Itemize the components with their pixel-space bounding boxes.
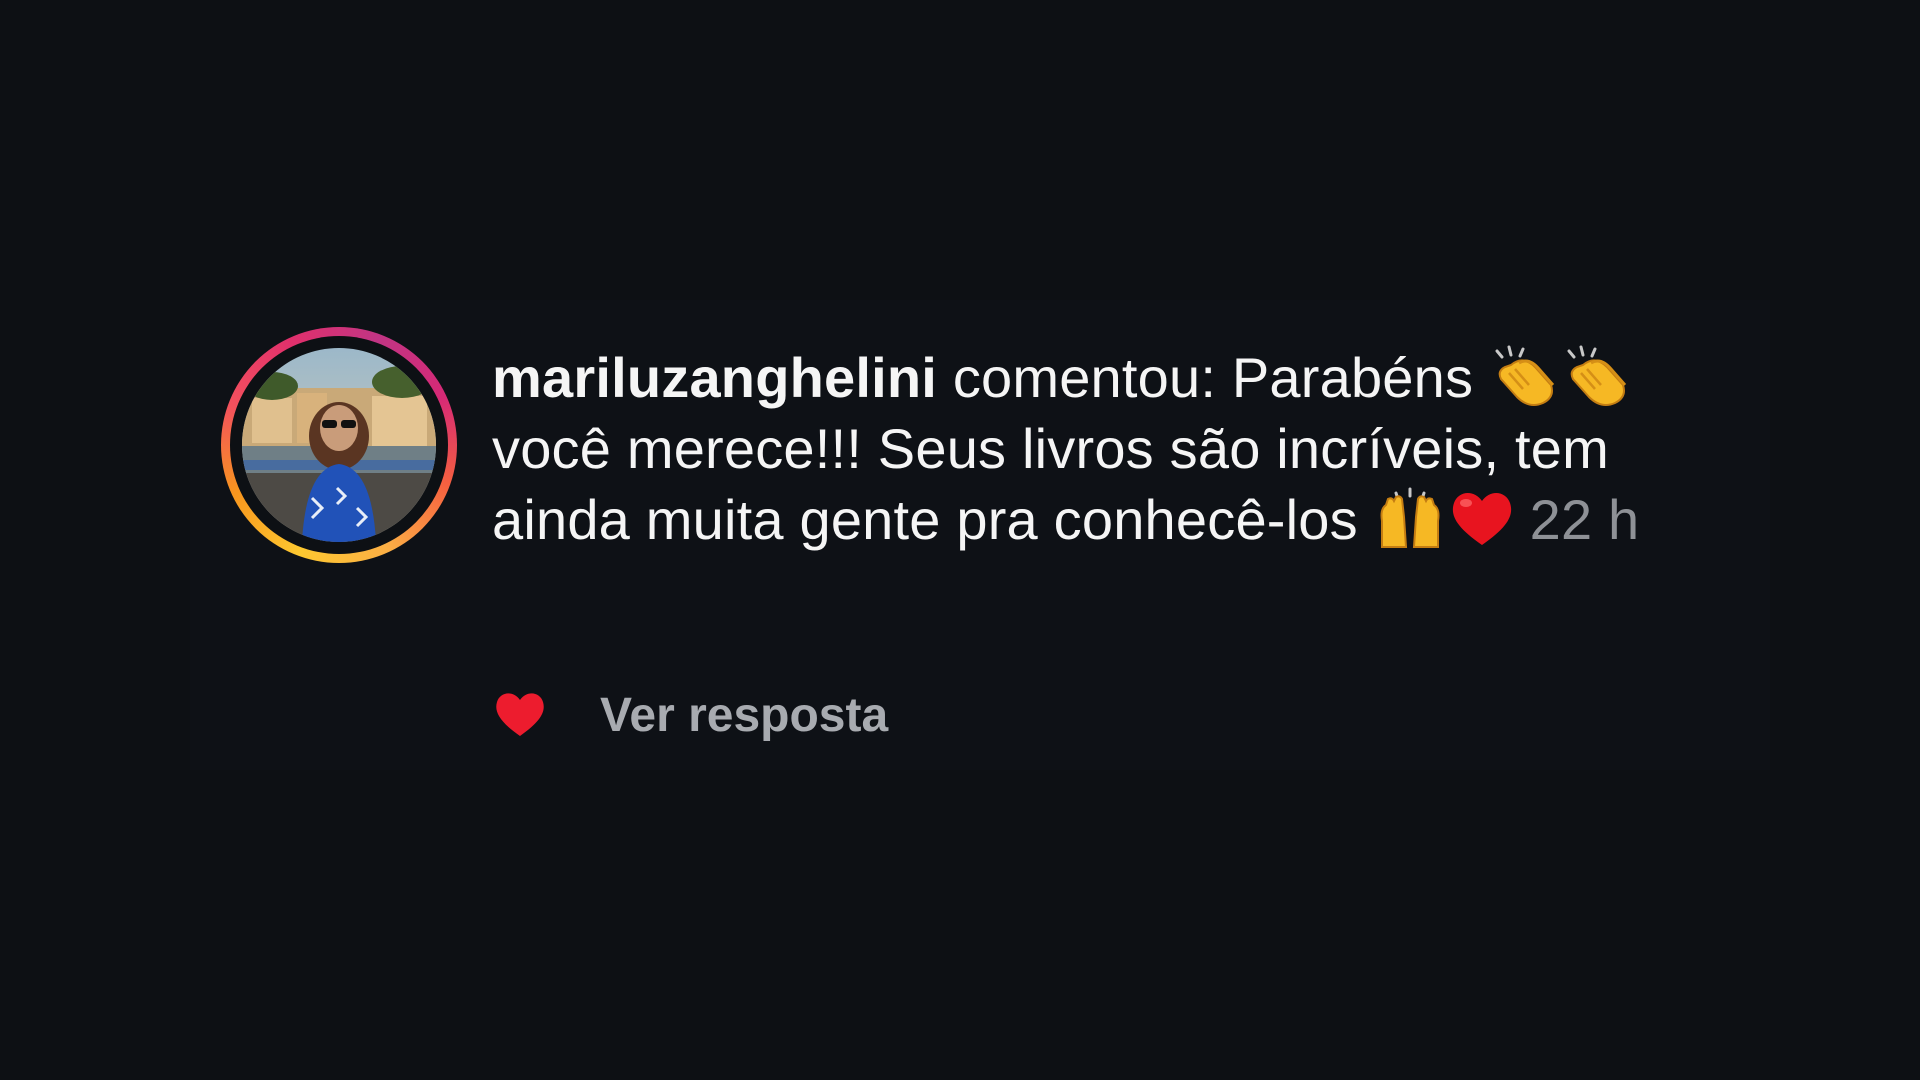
clapping-hands-icon [1489,345,1561,407]
comment-verb-text: comentou: Parabéns [937,346,1489,409]
username-link[interactable]: mariluzanghelini [492,346,937,409]
red-heart-icon [1446,487,1518,549]
story-ring-avatar[interactable] [221,327,457,563]
comment-timestamp: 22 h [1529,488,1640,551]
raising-hands-icon [1374,487,1446,549]
avatar-gap [230,336,448,554]
profile-avatar [242,348,436,542]
view-reply-link[interactable]: Ver resposta [600,688,888,743]
screen: mariluzanghelini comentou: Parabéns você… [0,0,1920,1080]
like-heart-icon[interactable] [492,690,548,740]
clapping-hands-icon [1561,345,1633,407]
comment-actions: Ver resposta [492,680,888,750]
comment-notification[interactable]: mariluzanghelini comentou: Parabéns você… [190,300,1770,770]
comment-text: mariluzanghelini comentou: Parabéns você… [492,342,1752,555]
